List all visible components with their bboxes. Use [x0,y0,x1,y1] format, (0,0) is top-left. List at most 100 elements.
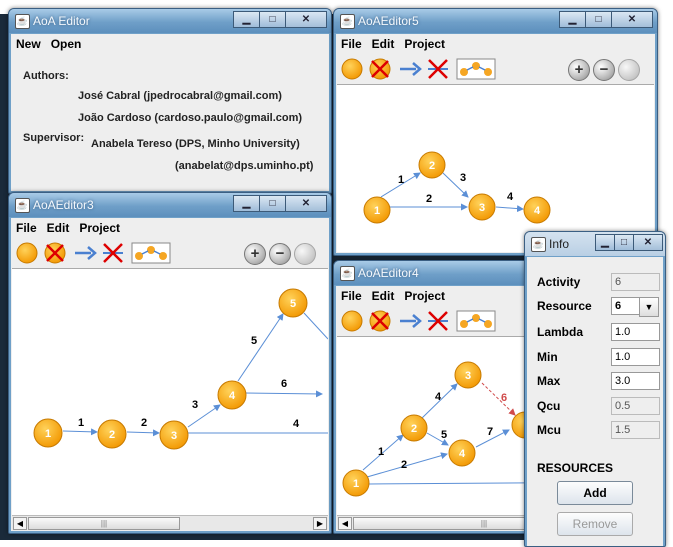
close-button[interactable]: ✕ [285,11,327,28]
graph-node[interactable]: 1 [363,196,391,224]
graph-edge[interactable] [237,313,284,382]
toolbar: + − [11,238,329,268]
graph-edge[interactable] [126,429,160,437]
minimize-button[interactable]: ▁ [233,11,260,28]
graph-node[interactable]: 2 [97,419,127,449]
remove-resource-button[interactable]: Remove [557,512,633,536]
add-node-icon[interactable] [340,309,364,333]
node-label: 3 [465,370,471,382]
node-label: 3 [171,430,177,442]
horizontal-scrollbar[interactable]: ◀ ||| ▶ [12,515,328,530]
graph-node[interactable]: 4 [217,380,247,410]
graph-node[interactable]: 1 [342,469,370,497]
close-button[interactable]: ✕ [285,195,327,212]
graph-node[interactable]: 5 [278,288,308,318]
graph-edge[interactable] [62,428,98,436]
close-button[interactable]: ✕ [611,11,653,28]
scroll-left-arrow[interactable]: ◀ [338,517,352,530]
title-bar[interactable]: ☕ AoA Editor ▁ □ ✕ [9,9,331,33]
menu-file[interactable]: File [341,289,362,303]
java-cup-icon: ☕ [15,198,30,213]
menu-project[interactable]: Project [404,289,445,303]
scroll-right-arrow[interactable]: ▶ [313,517,327,530]
zoom-out-icon[interactable]: − [593,59,615,81]
max-field[interactable]: 3.0 [611,372,660,390]
graph-node[interactable]: 3 [454,361,482,389]
graph-canvas[interactable]: 1 2 3 4 1 2 3 4 [337,84,654,252]
zoom-reset-icon[interactable] [618,59,640,81]
graph-node[interactable]: 4 [523,196,551,224]
delete-node-icon[interactable] [43,241,67,265]
graph-node[interactable]: 1 [33,418,63,448]
min-field[interactable]: 1.0 [611,348,660,366]
minimize-button[interactable]: ▁ [233,195,260,212]
add-resource-button[interactable]: Add [557,481,633,505]
menu-new[interactable]: New [16,37,41,51]
zoom-in-icon[interactable]: + [568,59,590,81]
menu-file[interactable]: File [16,221,37,235]
title-bar[interactable]: ☕ AoAEditor5 ▁ □ ✕ [334,9,657,33]
add-node-icon[interactable] [15,241,39,265]
node-label: 4 [534,205,541,217]
maximize-button[interactable]: □ [585,11,612,28]
editor5-window: ☕ AoAEditor5 ▁ □ ✕ File Edit Project + − [333,8,658,256]
close-button[interactable]: ✕ [633,234,663,251]
delete-node-icon[interactable] [368,57,392,81]
graph-node[interactable]: 3 [159,420,189,450]
network-icon[interactable] [456,57,496,81]
java-cup-icon: ☕ [340,14,355,29]
edge-label: 5 [441,429,447,441]
title-bar[interactable]: ☕ Info ▁ □ ✕ [525,232,665,256]
zoom-out-icon[interactable]: − [269,243,291,265]
zoom-in-icon[interactable]: + [244,243,266,265]
menu-project[interactable]: Project [79,221,120,235]
network-icon[interactable] [456,309,496,333]
graph-edge[interactable] [495,205,524,213]
toolbar: + − [336,54,655,84]
graph-edge[interactable] [303,312,329,340]
menu-bar: New Open [11,34,329,54]
delete-arrow-icon[interactable] [101,241,125,265]
menu-edit[interactable]: Edit [372,289,395,303]
edge-label: 2 [426,193,432,205]
author-2: João Cardoso (cardoso.paulo@gmail.com) [78,112,303,124]
menu-project[interactable]: Project [404,37,445,51]
delete-node-icon[interactable] [368,309,392,333]
delete-arrow-icon[interactable] [426,309,450,333]
zoom-reset-icon[interactable] [294,243,316,265]
activity-field: 6 [611,273,660,291]
edge-label: 1 [78,417,84,429]
minimize-button[interactable]: ▁ [595,234,615,251]
graph-canvas[interactable]: 1 2 3 4 5 6 1 2 3 4 5 [12,268,329,515]
scroll-thumb[interactable]: ||| [28,517,180,530]
menu-open[interactable]: Open [51,37,82,51]
maximize-button[interactable]: □ [259,195,286,212]
lambda-field[interactable]: 1.0 [611,323,660,341]
graph-node[interactable]: 3 [468,193,496,221]
add-node-icon[interactable] [340,57,364,81]
add-arrow-icon[interactable] [398,57,422,81]
scroll-left-arrow[interactable]: ◀ [13,517,27,530]
menu-file[interactable]: File [341,37,362,51]
graph-node[interactable]: 4 [448,439,476,467]
delete-arrow-icon[interactable] [426,57,450,81]
window-title: AoA Editor [33,14,90,28]
title-bar[interactable]: ☕ AoAEditor3 ▁ □ ✕ [9,193,331,217]
chevron-down-icon[interactable]: ▼ [639,297,659,317]
edge-label: 4 [293,418,300,430]
resource-select[interactable]: 6 [611,297,640,315]
maximize-button[interactable]: □ [259,11,286,28]
graph-edge[interactable] [244,390,323,398]
about-client: New Open Authors: José Cabral (jpedrocab… [11,34,329,191]
graph-node[interactable]: 2 [418,151,446,179]
graph-node[interactable]: 2 [400,414,428,442]
menu-edit[interactable]: Edit [47,221,70,235]
graph-edge-critical[interactable] [481,382,516,416]
maximize-button[interactable]: □ [614,234,634,251]
add-arrow-icon[interactable] [73,241,97,265]
menu-edit[interactable]: Edit [372,37,395,51]
lambda-label: Lambda [537,325,584,339]
network-icon[interactable] [131,241,171,265]
minimize-button[interactable]: ▁ [559,11,586,28]
add-arrow-icon[interactable] [398,309,422,333]
